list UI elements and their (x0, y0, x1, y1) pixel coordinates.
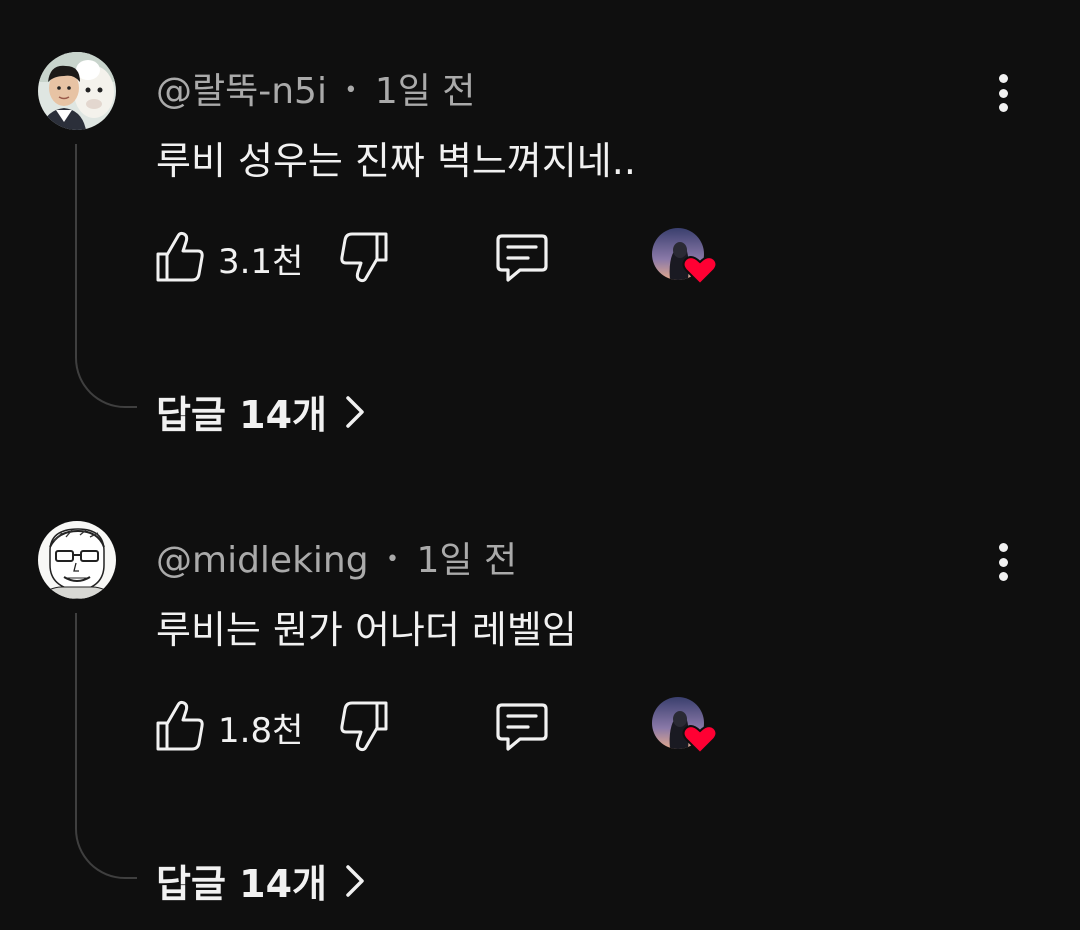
dislike-button[interactable] (338, 699, 390, 753)
more-vertical-icon-dot (998, 88, 1008, 98)
more-vertical-icon-dot (998, 103, 1008, 112)
meta-separator: • (344, 78, 358, 103)
more-options-button[interactable] (990, 70, 1016, 116)
reply-thread-line (75, 613, 137, 879)
view-replies-button[interactable]: 답글 14개 (156, 384, 365, 439)
more-options-button[interactable] (990, 539, 1016, 585)
creator-heart-badge (652, 697, 722, 757)
more-vertical-icon (998, 543, 1008, 552)
comment-item: @midleking • 1일 전 루비는 뭔가 어나더 레벨임 1.8천 답글… (0, 465, 1080, 930)
like-button[interactable] (154, 699, 206, 753)
avatar[interactable] (38, 52, 116, 130)
comment-actions: 1.8천 (154, 697, 754, 755)
more-vertical-icon-dot (998, 572, 1008, 581)
chevron-right-icon (346, 395, 364, 428)
heart-icon (682, 256, 718, 286)
comment-meta: @midleking • 1일 전 (156, 531, 517, 583)
comment-actions: 3.1천 (154, 228, 754, 286)
comment-time: 1일 전 (416, 540, 518, 581)
thumbs-down-icon (340, 232, 388, 283)
comment-author[interactable]: @midleking (156, 540, 369, 581)
reply-button[interactable] (494, 699, 550, 753)
like-button[interactable] (154, 230, 206, 284)
chevron-right-icon (346, 864, 364, 897)
more-vertical-icon-dot (998, 557, 1008, 567)
thumbs-up-icon (156, 700, 204, 751)
reply-button[interactable] (494, 230, 550, 284)
like-count: 1.8천 (218, 711, 304, 751)
comment-meta: @랄뚝-n5i • 1일 전 (156, 62, 475, 114)
comment-time: 1일 전 (374, 71, 476, 112)
thumbs-up-icon (156, 231, 204, 282)
replies-count: 답글 14개 (156, 393, 327, 437)
creator-heart-badge (652, 228, 722, 288)
comment-author[interactable]: @랄뚝-n5i (156, 71, 327, 112)
comment-text: 루비 성우는 진짜 벽느껴지네.. (156, 139, 636, 183)
view-replies-button[interactable]: 답글 14개 (156, 853, 365, 908)
reply-thread-line (75, 144, 137, 408)
thumbs-down-icon (340, 701, 388, 752)
comment-item: @랄뚝-n5i • 1일 전 루비 성우는 진짜 벽느껴지네.. 3.1천 답글… (0, 0, 1080, 465)
comment-icon (496, 234, 548, 282)
heart-icon (682, 725, 718, 755)
avatar[interactable] (38, 521, 116, 599)
more-vertical-icon (998, 74, 1008, 83)
meta-separator: • (386, 547, 400, 572)
comment-icon (496, 703, 548, 751)
comment-text: 루비는 뭔가 어나더 레벨임 (156, 608, 577, 652)
like-count: 3.1천 (218, 242, 304, 282)
dislike-button[interactable] (338, 230, 390, 284)
replies-count: 답글 14개 (156, 862, 327, 906)
